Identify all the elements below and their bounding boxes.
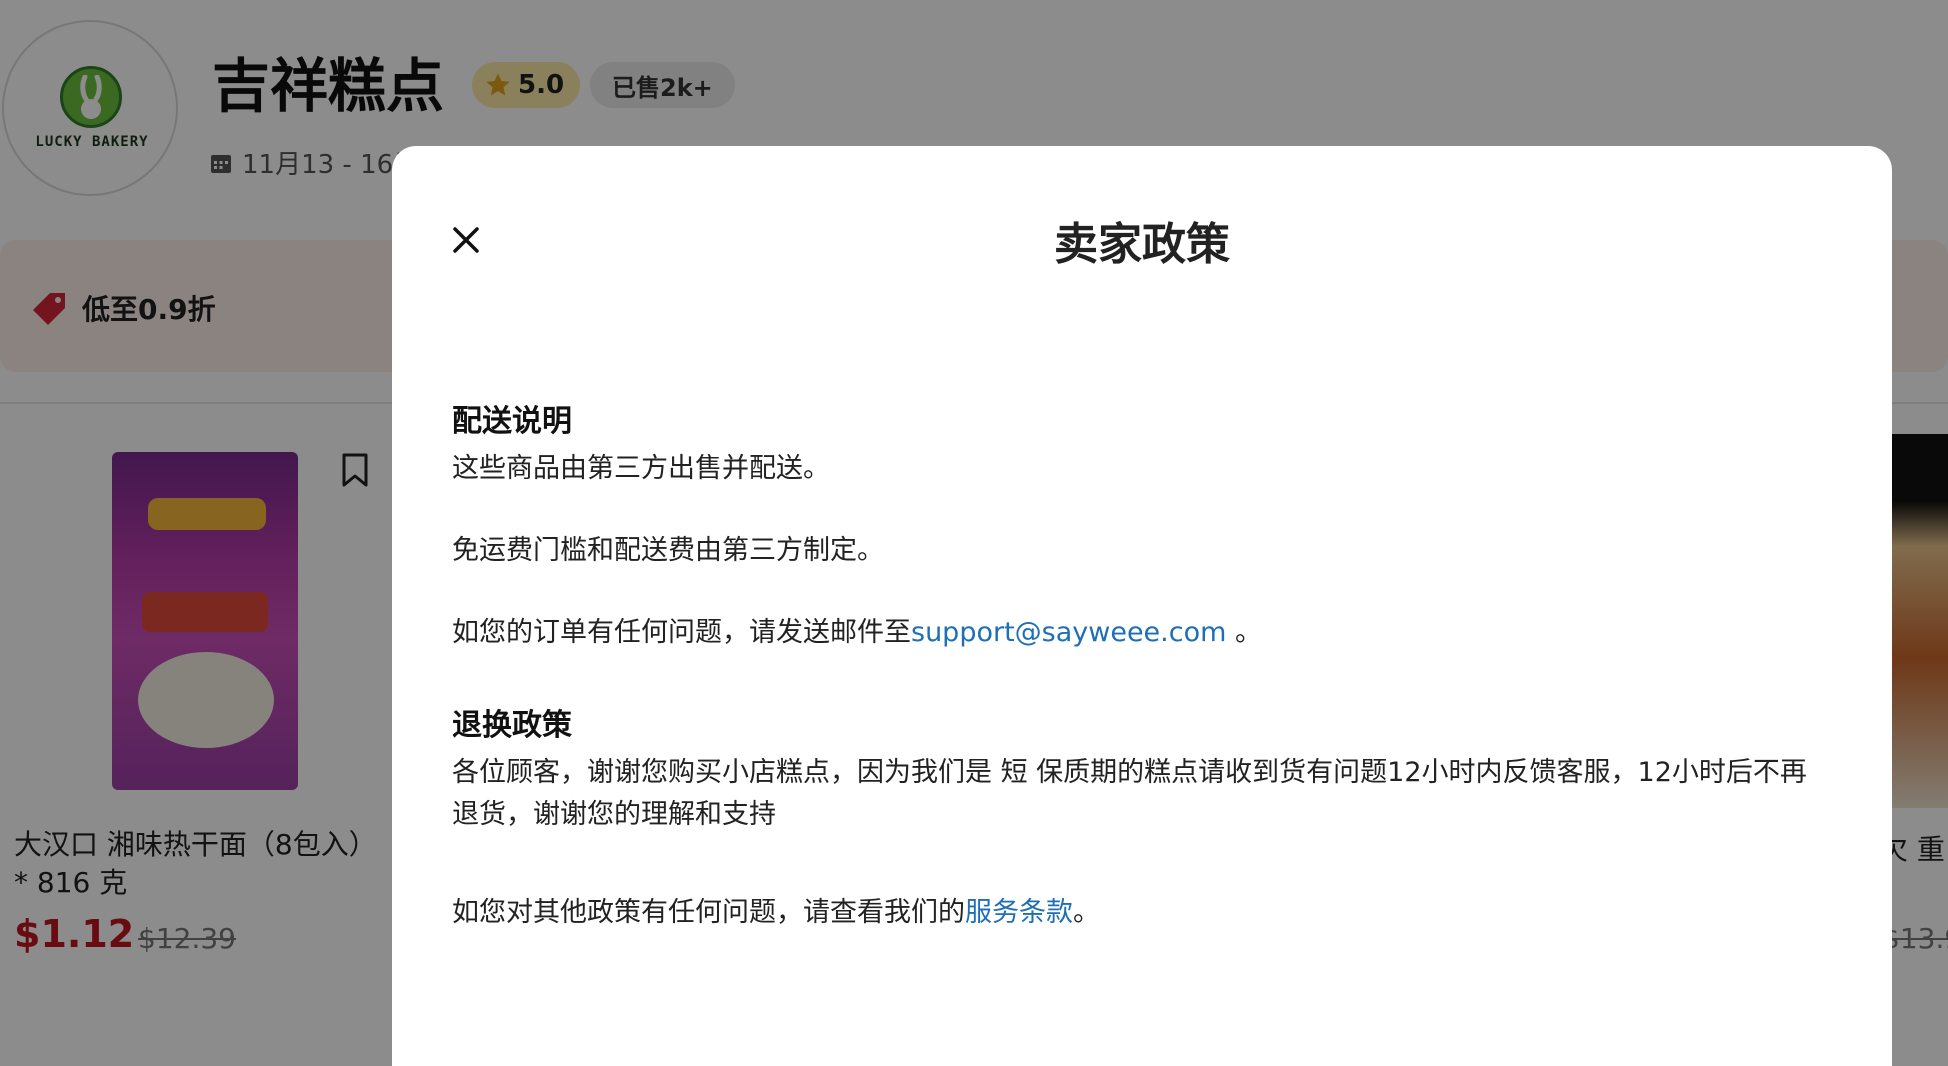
policy-footer: 如您对其他政策有任何问题，请查看我们的服务条款。 — [452, 897, 1100, 928]
shipping-section-title: 配送说明 — [452, 404, 572, 439]
seller-policy-dialog: 卖家政策 配送说明 这些商品由第三方出售并配送。 免运费门槛和配送费由第三方制定… — [392, 146, 1892, 1066]
returns-section-title: 退换政策 — [452, 708, 572, 743]
shipping-line-2: 免运费门槛和配送费由第三方制定。 — [452, 535, 884, 566]
terms-of-service-link[interactable]: 服务条款 — [965, 897, 1073, 928]
shipping-line-1: 这些商品由第三方出售并配送。 — [452, 453, 830, 484]
returns-text: 各位顾客，谢谢您购买小店糕点，因为我们是 短 保质期的糕点请收到货有问题12小时… — [452, 757, 1807, 830]
support-email-link[interactable]: support@sayweee.com — [911, 617, 1226, 648]
shipping-line-3: 如您的订单有任何问题，请发送邮件至support@sayweee.com 。 — [452, 617, 1263, 648]
dialog-title: 卖家政策 — [1054, 219, 1230, 270]
